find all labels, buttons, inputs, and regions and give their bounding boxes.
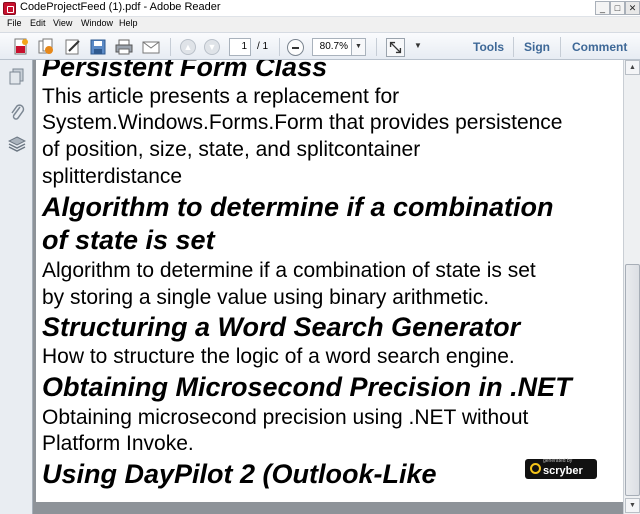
article-body-line: System.Windows.Forms.Form that provides … [42,111,563,134]
layers-icon[interactable] [8,135,26,153]
zoom-out-button[interactable] [287,39,304,56]
vertical-scrollbar[interactable]: ▲ ▼ [623,60,640,514]
menu-edit[interactable]: Edit [30,18,46,28]
previous-page-button[interactable]: ▲ [180,39,196,55]
document-viewer[interactable]: Persistent Form Class This article prese… [33,60,623,514]
scryber-logo-icon [530,463,541,474]
more-tools-dropdown[interactable]: ▼ [414,41,422,50]
scroll-thumb[interactable] [625,264,640,496]
email-icon[interactable] [142,38,160,56]
article-heading: of state is set [42,225,215,255]
adobe-reader-icon [3,2,16,15]
article-heading: Structuring a Word Search Generator [42,312,521,342]
article-body-line: Obtaining microsecond precision using .N… [42,406,529,429]
save-icon[interactable] [89,38,107,56]
combine-files-icon[interactable] [37,38,55,56]
comment-link[interactable]: Comment [572,40,627,54]
article-heading: Using DayPilot 2 (Outlook-Like [42,459,437,489]
scryber-name: scryber [543,465,583,477]
page-total: / 1 [257,41,269,52]
article-body-line: Platform Invoke. [42,432,194,455]
close-button[interactable]: ✕ [625,1,640,15]
attachments-icon[interactable] [8,103,26,121]
article-heading: Obtaining Microsecond Precision in .NET [42,372,572,402]
toolbar-separator [279,38,280,56]
article-heading: Algorithm to determine if a combination [42,192,554,222]
article-heading: Persistent Form Class [42,60,328,82]
article-body-line: splitterdistance [42,165,183,188]
pages-icon[interactable] [8,68,26,86]
tools-link[interactable]: Tools [473,40,504,54]
toolbar-separator [560,37,561,57]
maximize-button[interactable]: □ [610,1,625,15]
page-number-input[interactable]: 1 [229,38,251,56]
title-bar: CodeProjectFeed (1).pdf - Adobe Reader _… [0,0,640,17]
sign-link[interactable]: Sign [524,40,550,54]
menu-file[interactable]: File [7,18,22,28]
article-body-line: This article presents a replacement for [42,85,400,108]
menu-bar: File Edit View Window Help [0,17,640,32]
zoom-dropdown-button[interactable]: ▼ [351,38,366,56]
toolbar-separator [170,38,171,56]
pdf-page: Persistent Form Class This article prese… [36,60,623,502]
minimize-button[interactable]: _ [595,1,610,15]
scroll-up-button[interactable]: ▲ [625,60,640,75]
menu-view[interactable]: View [53,18,72,28]
navigation-pane [0,60,33,514]
toolbar: ▲ ▼ 1 / 1 80.7% ▼ ▼ Tools Sign Comment [0,32,640,60]
article-body-line: by storing a single value using binary a… [42,286,490,309]
toolbar-separator [376,38,377,56]
article-body-line: Algorithm to determine if a combination … [42,259,536,282]
zoom-input[interactable]: 80.7% [312,38,352,56]
next-page-button[interactable]: ▼ [204,39,220,55]
toolbar-separator [513,37,514,57]
print-icon[interactable] [115,38,133,56]
window-title: CodeProjectFeed (1).pdf - Adobe Reader [20,1,221,13]
scryber-logo: generated by scryber [525,458,597,479]
scroll-down-button[interactable]: ▼ [625,498,640,513]
article-body-line: How to structure the logic of a word sea… [42,345,515,368]
menu-help[interactable]: Help [119,18,138,28]
edit-icon[interactable] [64,38,82,56]
fit-page-icon[interactable] [386,38,405,57]
article-body-line: of position, size, state, and splitconta… [42,138,421,161]
create-pdf-icon[interactable] [12,38,30,56]
menu-window[interactable]: Window [81,18,113,28]
